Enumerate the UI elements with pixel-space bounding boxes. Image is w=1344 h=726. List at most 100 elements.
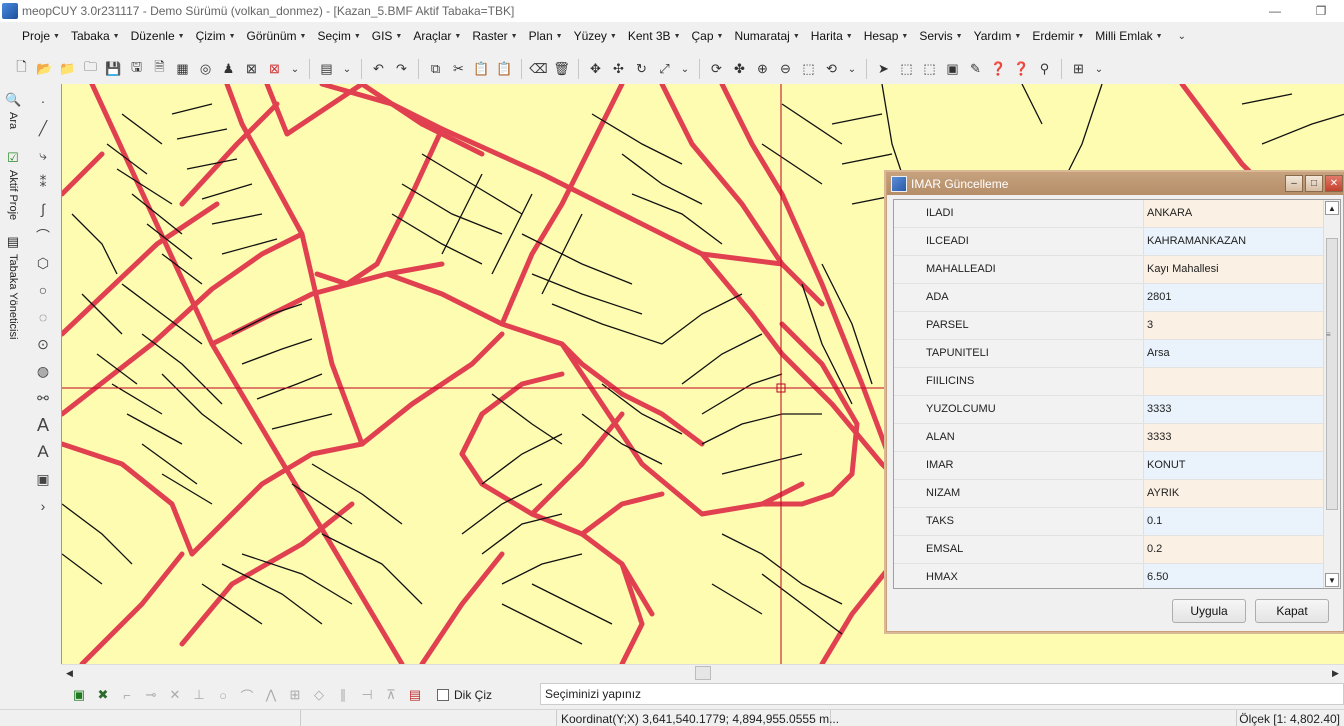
menu-görünüm[interactable]: Görünüm ▼ bbox=[247, 25, 313, 47]
dialog-maximize-icon[interactable]: □ bbox=[1305, 175, 1323, 192]
google-icon[interactable]: ▦ bbox=[171, 58, 194, 80]
target-icon[interactable]: ◎ bbox=[194, 58, 217, 80]
tab-active-project[interactable]: ☑ Aktif Proje bbox=[2, 150, 24, 220]
paste-special-icon[interactable]: 📋 bbox=[493, 58, 516, 80]
field-value[interactable]: AYRIK bbox=[1144, 480, 1325, 507]
table-row[interactable]: IMAR KONUT bbox=[894, 452, 1325, 480]
scroll-left-icon[interactable]: ◀ bbox=[61, 665, 78, 681]
table-row[interactable]: TAPUNITELI Arsa bbox=[894, 340, 1325, 368]
polyline-icon[interactable]: ⤷ bbox=[30, 142, 56, 168]
table-row[interactable]: PARSEL 3 bbox=[894, 312, 1325, 340]
menu-gis[interactable]: GIS ▼ bbox=[372, 25, 409, 47]
menu-yüzey[interactable]: Yüzey ▼ bbox=[574, 25, 623, 47]
field-value[interactable]: 3333 bbox=[1144, 424, 1325, 451]
layer-stack-icon[interactable]: ▤ bbox=[403, 684, 427, 706]
scroll-thumb[interactable] bbox=[695, 666, 711, 680]
paste-icon[interactable]: 📋 bbox=[470, 58, 493, 80]
circle-center-icon[interactable]: ◌ bbox=[30, 304, 56, 330]
menu-numarataj[interactable]: Numarataj ▼ bbox=[734, 25, 805, 47]
circle-tangent-icon[interactable]: ◍ bbox=[30, 358, 56, 384]
save-icon[interactable]: 💾 bbox=[102, 58, 125, 80]
minimize-button[interactable]: — bbox=[1252, 0, 1298, 22]
toolbar-dropdown-icon[interactable]: ⌄ bbox=[843, 64, 861, 75]
menu-düzenle[interactable]: Düzenle ▼ bbox=[131, 25, 191, 47]
menu-plan[interactable]: Plan ▼ bbox=[529, 25, 569, 47]
table-row[interactable]: ALAN 3333 bbox=[894, 424, 1325, 452]
toolbar-dropdown-icon[interactable]: ⌄ bbox=[676, 64, 694, 75]
field-value[interactable]: 3 bbox=[1144, 312, 1325, 339]
table-row[interactable]: YUZOLCUMU 3333 bbox=[894, 396, 1325, 424]
table-row[interactable]: MAHALLEADI Kayı Mahallesi bbox=[894, 256, 1325, 284]
field-value[interactable]: 2801 bbox=[1144, 284, 1325, 311]
move-copy-icon[interactable]: ✣ bbox=[607, 58, 630, 80]
menu-raster[interactable]: Raster ▼ bbox=[472, 25, 523, 47]
grid-scroll-thumb[interactable] bbox=[1326, 238, 1338, 510]
snap-grid-icon[interactable]: ⊞ bbox=[283, 684, 307, 706]
table-row[interactable]: HMAX 6.50 bbox=[894, 564, 1325, 588]
dialog-minimize-icon[interactable]: – bbox=[1285, 175, 1303, 192]
menu-erdemir[interactable]: Erdemir ▼ bbox=[1032, 25, 1090, 47]
zoom-window-icon[interactable]: ⬚ bbox=[797, 58, 820, 80]
move-icon[interactable]: ✥ bbox=[584, 58, 607, 80]
cut-icon[interactable]: ✂ bbox=[447, 58, 470, 80]
select-arrow-icon[interactable]: ➤ bbox=[872, 58, 895, 80]
export-icon[interactable]: ⊠ bbox=[240, 58, 263, 80]
menu-yardım[interactable]: Yardım ▼ bbox=[974, 25, 1028, 47]
menu-tabaka[interactable]: Tabaka ▼ bbox=[71, 25, 126, 47]
scale-icon[interactable]: ⤢ bbox=[653, 58, 676, 80]
add-folder-icon[interactable]: 🗀 bbox=[79, 58, 102, 80]
scroll-down-icon[interactable]: ▼ bbox=[1325, 573, 1339, 587]
text-icon[interactable]: A bbox=[30, 412, 56, 438]
dik-ciz-checkbox[interactable] bbox=[437, 689, 449, 701]
zoom-out-icon[interactable]: ⊖ bbox=[774, 58, 797, 80]
dik-ciz-option[interactable]: Dik Çiz bbox=[437, 688, 492, 702]
field-value[interactable]: Kayı Mahallesi bbox=[1144, 256, 1325, 283]
save-as-icon[interactable]: 🖫 bbox=[125, 58, 148, 80]
menu-seçim[interactable]: Seçim ▼ bbox=[317, 25, 366, 47]
grid-vertical-scrollbar[interactable]: ▲ ≡ ▼ bbox=[1323, 200, 1340, 588]
restore-button[interactable]: ❐ bbox=[1298, 0, 1344, 22]
zoom-in-icon[interactable]: ⊕ bbox=[751, 58, 774, 80]
tab-layer-manager[interactable]: ▤ Tabaka Yöneticisi bbox=[2, 234, 24, 339]
table-row[interactable]: ILADI ANKARA bbox=[894, 200, 1325, 228]
snap-endpoint-icon[interactable]: ⌐ bbox=[115, 684, 139, 706]
snap-intersection-icon[interactable]: ✕ bbox=[163, 684, 187, 706]
menu-harita[interactable]: Harita ▼ bbox=[811, 25, 859, 47]
refresh-icon[interactable]: ⟳ bbox=[705, 58, 728, 80]
user-pin-icon[interactable]: ♟ bbox=[217, 58, 240, 80]
apply-button[interactable]: Uygula bbox=[1172, 599, 1246, 623]
table-row[interactable]: ILCEADI KAHRAMANKAZAN bbox=[894, 228, 1325, 256]
menu-overflow-icon[interactable]: ⌄ bbox=[1178, 31, 1186, 42]
table-row[interactable]: ADA 2801 bbox=[894, 284, 1325, 312]
menu-kent-3b[interactable]: Kent 3B ▼ bbox=[628, 25, 687, 47]
undo-icon[interactable]: ↶ bbox=[367, 58, 390, 80]
point-icon[interactable]: · bbox=[30, 88, 56, 114]
field-value[interactable]: Arsa bbox=[1144, 340, 1325, 367]
select-window-icon[interactable]: ⬚ bbox=[895, 58, 918, 80]
menu-hesap[interactable]: Hesap ▼ bbox=[864, 25, 915, 47]
toolbar-dropdown-icon[interactable]: ⌄ bbox=[286, 64, 304, 75]
delete-file-icon[interactable]: ⊠ bbox=[263, 58, 286, 80]
snap-toggle-icon[interactable]: ▣ bbox=[67, 684, 91, 706]
image-icon[interactable]: ▣ bbox=[30, 466, 56, 492]
select-cross-icon[interactable]: ⬚ bbox=[918, 58, 941, 80]
dialog-close-icon[interactable]: ✕ bbox=[1325, 175, 1343, 192]
dialog-title-bar[interactable]: IMAR Güncelleme – □ ✕ bbox=[887, 173, 1343, 195]
polygon-icon[interactable]: ⬡ bbox=[30, 250, 56, 276]
help-icon[interactable]: ❓ bbox=[987, 58, 1010, 80]
help-red-icon[interactable]: ❓ bbox=[1010, 58, 1033, 80]
select-all-icon[interactable]: ▣ bbox=[941, 58, 964, 80]
menu-proje[interactable]: Proje ▼ bbox=[22, 25, 66, 47]
measure-icon[interactable]: ⊞ bbox=[1067, 58, 1090, 80]
table-row[interactable]: FIILICINS bbox=[894, 368, 1325, 396]
command-line[interactable]: Seçiminizi yapınız bbox=[540, 683, 1344, 705]
redo-icon[interactable]: ↷ bbox=[390, 58, 413, 80]
table-row[interactable]: TAKS 0.1 bbox=[894, 508, 1325, 536]
field-value[interactable]: ANKARA bbox=[1144, 200, 1325, 227]
arc-icon[interactable]: ⌒ bbox=[30, 223, 56, 249]
layers-icon[interactable]: ▤ bbox=[315, 58, 338, 80]
trash-icon[interactable]: 🗑 bbox=[550, 58, 573, 80]
menu-çizim[interactable]: Çizim ▼ bbox=[196, 25, 242, 47]
copy-icon[interactable]: ⧉ bbox=[424, 58, 447, 80]
close-button[interactable]: Kapat bbox=[1255, 599, 1329, 623]
